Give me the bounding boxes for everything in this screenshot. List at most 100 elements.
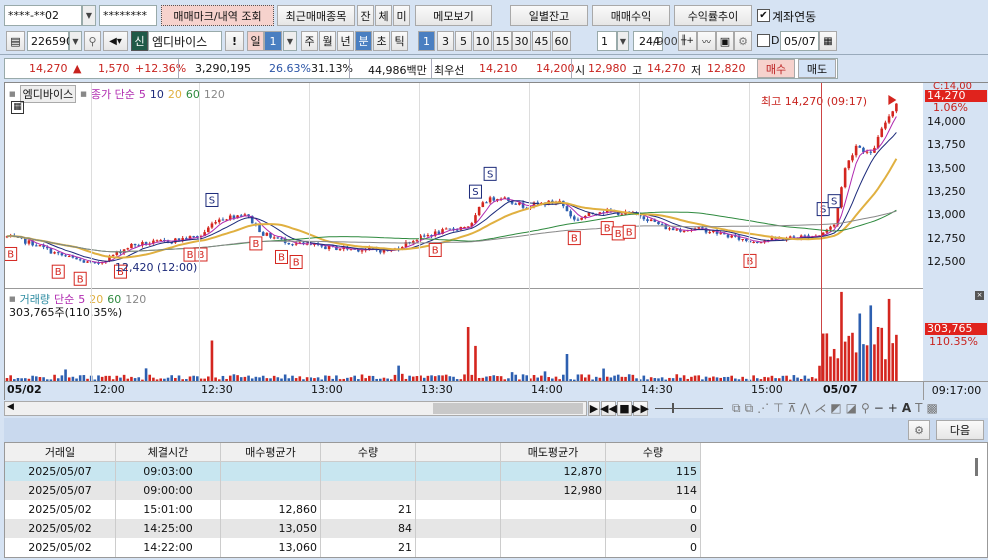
table-cell: 14:22:00 bbox=[116, 538, 221, 557]
speed-slider[interactable] bbox=[655, 408, 723, 409]
balance-button[interactable]: 잔 bbox=[357, 5, 374, 26]
table-row[interactable]: 2025/05/02 15:01:00 12,860 21 0 bbox=[5, 500, 701, 519]
minus-icon[interactable]: − bbox=[874, 401, 884, 416]
quote-bar: 14,270 ▲ 1,570 +12.36% 3,290,195 26.63% … bbox=[4, 58, 838, 79]
shape-icon[interactable]: ◩ bbox=[830, 401, 841, 416]
layout-icon[interactable]: ▤ bbox=[6, 31, 25, 51]
table-row[interactable]: 2025/05/02 14:25:00 13,050 84 0 bbox=[5, 519, 701, 538]
add-line-icon[interactable]: 〰 bbox=[697, 31, 716, 51]
speaker-icon[interactable]: ◀▾ bbox=[103, 31, 128, 51]
table-row[interactable]: 2025/05/02 14:22:00 13,060 21 0 bbox=[5, 538, 701, 557]
fan-icon[interactable]: ⋌ bbox=[814, 401, 826, 416]
add-candle-icon[interactable]: ╫+ bbox=[678, 31, 697, 51]
period-day-button[interactable]: 일 bbox=[247, 31, 264, 51]
candle bbox=[422, 235, 426, 237]
recent-trades-button[interactable]: 최근매매종목 bbox=[277, 5, 355, 26]
link-account-checkbox[interactable]: ✔ bbox=[757, 9, 770, 22]
stock-name-tag[interactable]: 엠디바이스 bbox=[19, 85, 77, 103]
password-input[interactable]: ******** bbox=[99, 5, 157, 26]
fast-forward-icon[interactable]: ▶▶ bbox=[632, 401, 649, 416]
column-header[interactable]: 체결시간 bbox=[116, 443, 221, 462]
interval-15-button[interactable]: 15 bbox=[493, 31, 512, 51]
memo-button[interactable]: 메모보기 bbox=[415, 5, 492, 26]
zoom-icon[interactable]: ⚲ bbox=[861, 401, 870, 416]
period-month-button[interactable]: 월 bbox=[319, 31, 336, 51]
text-icon[interactable]: A bbox=[902, 401, 911, 416]
chart-area[interactable]: BBBBBBSBBBBSSBBBBBSS ■ 엠디바이스 ■ 종가 단순 5 1… bbox=[4, 81, 988, 401]
multiplier-dropdown-icon[interactable]: ▼ bbox=[617, 31, 629, 51]
period-day-count[interactable]: 1 bbox=[264, 31, 282, 51]
calendar-icon[interactable]: ▦ bbox=[819, 31, 837, 51]
interval-45-button[interactable]: 45 bbox=[532, 31, 551, 51]
column-header[interactable]: 수량 bbox=[606, 443, 701, 462]
column-header[interactable]: 거래일 bbox=[5, 443, 116, 462]
rewind-icon[interactable]: ◀◀ bbox=[600, 401, 617, 416]
fib-icon[interactable]: ⊤ bbox=[773, 401, 783, 416]
stock-code-input[interactable]: 226590 bbox=[27, 31, 73, 51]
interval-1-button[interactable]: 1 bbox=[418, 31, 435, 51]
speed-slider-handle[interactable] bbox=[672, 403, 674, 413]
multiplier-select[interactable]: 1 bbox=[597, 31, 617, 51]
close-pane-icon[interactable]: × bbox=[975, 291, 984, 300]
trendline-icon[interactable]: ⋰ bbox=[757, 401, 769, 416]
window-icon[interactable]: ⧉ bbox=[732, 401, 741, 416]
table-row[interactable]: 2025/05/07 09:03:00 12,870 115 bbox=[5, 462, 701, 481]
interval-30-button[interactable]: 30 bbox=[512, 31, 531, 51]
warning-button[interactable]: ! bbox=[225, 31, 244, 51]
period-minute-button[interactable]: 분 bbox=[355, 31, 372, 51]
day-count-dropdown-icon[interactable]: ▼ bbox=[283, 31, 297, 51]
account-dropdown-icon[interactable]: ▼ bbox=[82, 5, 96, 26]
profit-trend-button[interactable]: 수익률추이 bbox=[674, 5, 752, 26]
column-header[interactable]: 매수평균가 bbox=[221, 443, 321, 462]
search-icon[interactable]: ⚲ bbox=[84, 31, 101, 51]
column-header[interactable]: 수량 bbox=[321, 443, 416, 462]
period-year-button[interactable]: 년 bbox=[337, 31, 354, 51]
period-week-button[interactable]: 주 bbox=[301, 31, 318, 51]
period-second-button[interactable]: 초 bbox=[373, 31, 390, 51]
chart-canvas[interactable]: BBBBBBSBBBBSSBBBBBSS bbox=[5, 83, 988, 401]
code-dropdown-icon[interactable]: ▼ bbox=[69, 31, 82, 51]
d-checkbox[interactable] bbox=[757, 34, 770, 47]
date-input[interactable]: 05/07 bbox=[780, 31, 819, 51]
unexecuted-button[interactable]: 미 bbox=[393, 5, 410, 26]
interval-60-button[interactable]: 60 bbox=[552, 31, 571, 51]
column-header[interactable] bbox=[416, 443, 501, 462]
chart-scrollbar[interactable]: ◀ bbox=[4, 401, 587, 416]
time-label: 14:00 bbox=[531, 383, 563, 396]
text-style-icon[interactable]: T bbox=[915, 401, 922, 416]
stock-name[interactable]: 엠디바이스 bbox=[148, 31, 222, 51]
volume-bar bbox=[825, 333, 829, 381]
column-header[interactable]: 매도평균가 bbox=[501, 443, 606, 462]
channel-icon[interactable]: ⊼ bbox=[788, 401, 797, 416]
interval-5-button[interactable]: 5 bbox=[455, 31, 472, 51]
stop-icon[interactable]: ■ bbox=[617, 401, 632, 416]
buy-button[interactable]: 매수 bbox=[757, 59, 795, 78]
table-settings-icon[interactable]: ⚙ bbox=[908, 420, 930, 440]
table-scrollbar[interactable] bbox=[975, 458, 978, 476]
period-tick-button[interactable]: 틱 bbox=[391, 31, 408, 51]
scroll-thumb[interactable] bbox=[433, 403, 583, 414]
table-row[interactable]: 2025/05/07 09:00:00 12,980 114 bbox=[5, 481, 701, 500]
daily-balance-button[interactable]: 일별잔고 bbox=[510, 5, 588, 26]
save-icon[interactable]: ▣ bbox=[716, 31, 734, 51]
mark-query-button[interactable]: 매매마크/내역 조회 bbox=[161, 5, 274, 26]
chart-icon[interactable]: ◪ bbox=[846, 401, 857, 416]
trade-profit-button[interactable]: 매매수익 bbox=[592, 5, 670, 26]
table-cell bbox=[501, 500, 606, 519]
table-grid-icon[interactable]: ▦ bbox=[11, 101, 24, 114]
interval-10-button[interactable]: 10 bbox=[473, 31, 492, 51]
overlay-icon[interactable]: ⧉ bbox=[745, 401, 754, 416]
table-cell: 12,860 bbox=[221, 500, 321, 519]
candle bbox=[360, 250, 364, 252]
gear-icon[interactable]: ⚙ bbox=[734, 31, 752, 51]
candle bbox=[448, 228, 452, 230]
wave-icon[interactable]: ⋀ bbox=[800, 401, 810, 416]
sell-button[interactable]: 매도 bbox=[798, 59, 836, 78]
executed-button[interactable]: 체 bbox=[375, 5, 392, 26]
account-select[interactable]: ****-**02 bbox=[4, 5, 82, 26]
next-button[interactable]: 다음 bbox=[936, 420, 984, 440]
play-icon[interactable]: ▶ bbox=[588, 401, 600, 416]
plus-icon[interactable]: + bbox=[888, 401, 898, 416]
interval-3-button[interactable]: 3 bbox=[437, 31, 454, 51]
color-icon[interactable]: ▩ bbox=[927, 401, 938, 416]
